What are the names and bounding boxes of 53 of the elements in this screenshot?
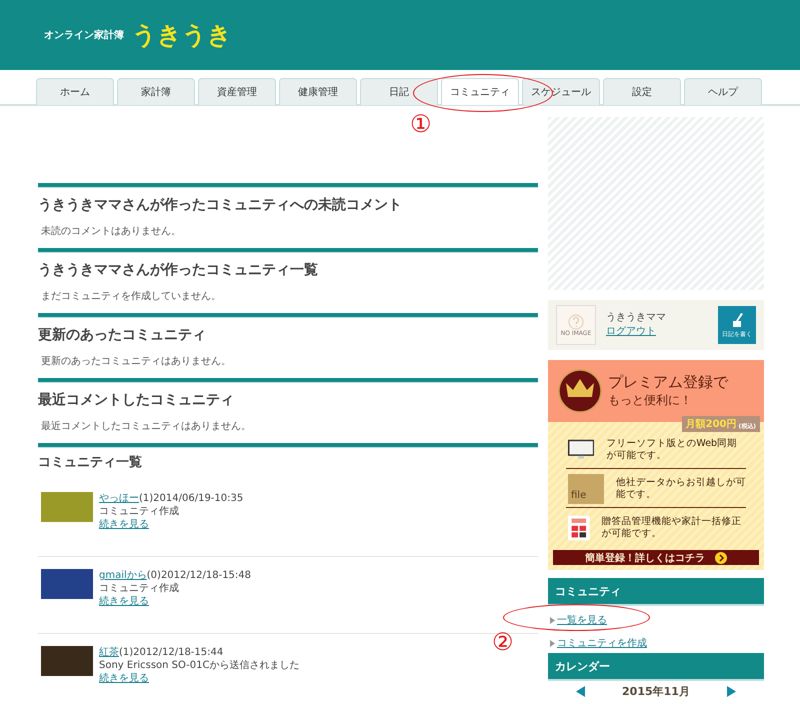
next-month-icon[interactable] — [727, 686, 736, 697]
sidebar-heading: カレンダー — [548, 653, 764, 681]
logout-link[interactable]: ログアウト — [606, 325, 656, 339]
annotation-number: ② — [492, 628, 514, 656]
section-heading: 最近コメントしたコミュニティ — [38, 391, 235, 410]
calendar-month: 2015年11月 — [622, 684, 690, 699]
signup-button[interactable]: 簡単登録！詳しくはコチラ — [553, 550, 759, 565]
community-link[interactable]: やっほー — [99, 493, 139, 504]
read-more-link[interactable]: 続きを見る — [99, 518, 149, 531]
bullet-icon — [550, 640, 555, 646]
crown-icon — [558, 369, 602, 413]
read-more-link[interactable]: 続きを見る — [99, 595, 149, 608]
site-tagline: オンライン家計簿 — [44, 28, 124, 42]
empty-message: 最近コメントしたコミュニティはありません。 — [41, 420, 252, 434]
sidebar-link[interactable]: コミュニティを作成 — [557, 636, 647, 650]
feature-text: フリーソフト版とのWeb同期が可能です。 — [606, 438, 738, 462]
section-heading: コミュニティ一覧 — [38, 454, 143, 472]
arrow-circle-icon — [715, 552, 727, 564]
annotation-number: ① — [410, 110, 432, 138]
read-more-link[interactable]: 続きを見る — [99, 672, 149, 685]
previous-month-icon[interactable] — [576, 686, 585, 697]
nav-tab[interactable]: 日記 — [360, 78, 438, 105]
empty-message: 未読のコメントはありません。 — [41, 225, 182, 239]
nav-tab[interactable]: ホーム — [36, 78, 114, 105]
section-heading: うきうきママさんが作ったコミュニティ一覧 — [38, 261, 319, 280]
nav-tab[interactable]: 健康管理 — [279, 78, 357, 105]
feature-text: 贈答品管理機能や家計一括修正が可能です。 — [602, 516, 743, 540]
folder-icon: file — [568, 474, 604, 504]
community-title: gmailから(0)2012/12/18-15:48 — [99, 569, 252, 582]
empty-message: まだコミュニティを作成していません。 — [41, 290, 222, 304]
premium-subtitle: もっと便利に！ — [608, 392, 693, 409]
nav-tab[interactable]: 資産管理 — [198, 78, 276, 105]
bullet-icon — [550, 616, 555, 624]
nav-tab[interactable]: ヘルプ — [684, 78, 762, 105]
nav-tab[interactable]: 家計簿 — [117, 78, 195, 105]
section-heading: 更新のあったコミュニティ — [38, 326, 207, 345]
premium-title: プレミアム登録で — [608, 373, 728, 392]
community-description: コミュニティ作成 — [99, 505, 180, 518]
section-heading: うきうきママさんが作ったコミュニティへの未読コメント — [38, 196, 403, 215]
empty-message: 更新のあったコミュニティはありません。 — [41, 355, 232, 369]
sidebar-link[interactable]: 一覧を見る — [557, 613, 607, 627]
community-description: Sony Ericsson SO-01Cから送信されました — [99, 659, 300, 672]
community-link[interactable]: 紅茶 — [99, 647, 119, 658]
sidebar-heading: コミュニティ — [548, 578, 764, 606]
community-description: コミュニティ作成 — [99, 582, 180, 595]
user-name: うきうきママ — [606, 311, 667, 325]
feature-text: 他社データからお引越しが可能です。 — [616, 477, 746, 501]
nav-tab[interactable]: 設定 — [603, 78, 681, 105]
nav-tab[interactable]: コミュニティ — [441, 78, 519, 105]
community-title: 紅茶(1)2012/12/18-15:44 — [99, 646, 224, 659]
community-link[interactable]: gmailから — [99, 570, 147, 581]
question-icon — [568, 314, 584, 330]
community-title: やっほー(1)2014/06/19-10:35 — [99, 492, 244, 505]
